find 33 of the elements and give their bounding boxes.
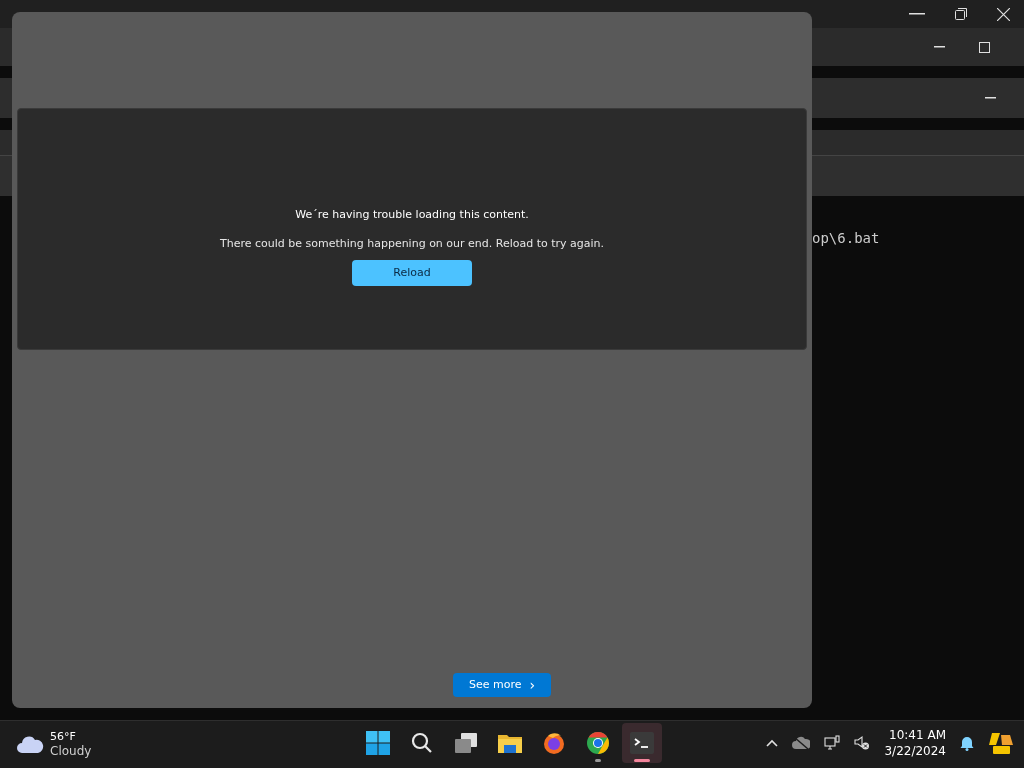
minimize-icon[interactable] [909, 13, 925, 15]
terminal-icon [630, 732, 654, 754]
error-heading: We´re having trouble loading this content. [295, 207, 529, 223]
see-more-button[interactable]: See more › [452, 673, 552, 697]
chevron-up-icon[interactable] [766, 739, 779, 747]
browser-circle-icon [586, 731, 610, 755]
minimize-icon[interactable] [934, 46, 945, 48]
app-badge-icon[interactable] [988, 731, 1014, 755]
cloud-icon [16, 734, 44, 754]
windows-logo-icon [366, 731, 390, 755]
cloud-off-icon[interactable] [792, 736, 811, 750]
bell-icon[interactable] [960, 735, 974, 751]
running-indicator [634, 759, 650, 762]
browser-fox-icon [542, 731, 566, 755]
search-icon [410, 731, 434, 755]
close-icon[interactable] [997, 7, 1010, 21]
speaker-muted-icon[interactable] [854, 735, 871, 751]
time-text: 10:41 AM [889, 727, 946, 743]
taskbar-app-button[interactable] [622, 723, 662, 763]
network-icon[interactable] [824, 735, 841, 751]
weather-condition: Cloudy [50, 744, 92, 759]
minimize-icon[interactable] [985, 97, 996, 99]
reload-button[interactable]: Reload [352, 260, 472, 286]
task-view-icon [453, 731, 479, 755]
date-text: 3/22/2024 [884, 743, 946, 759]
temperature-text: 56°F [50, 729, 77, 744]
weather-widget[interactable]: 56°F Cloudy [16, 729, 92, 759]
restore-icon[interactable] [955, 8, 967, 20]
terminal-text: op\6.bat [812, 230, 880, 246]
error-message: There could be something happening on our end. Reload to try again. [219, 235, 605, 252]
maximize-icon[interactable] [979, 41, 990, 53]
clock[interactable]: 10:41 AM 3/22/2024 [884, 727, 946, 759]
running-indicator [595, 759, 601, 762]
